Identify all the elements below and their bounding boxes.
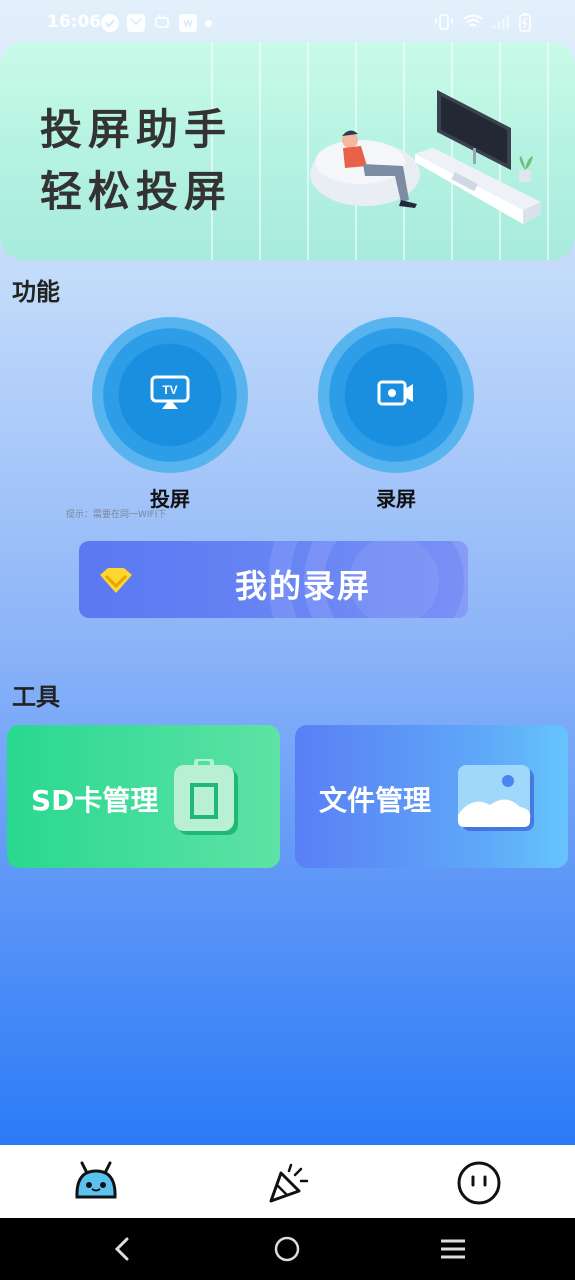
video-record-icon: [377, 379, 415, 411]
smile-face-icon[interactable]: [455, 1159, 503, 1207]
battery-icon: [519, 12, 531, 36]
check-circle-icon: [101, 14, 119, 32]
banner-subtitle: 轻松投屏: [40, 167, 233, 216]
tools-section-title: 工具: [12, 683, 60, 711]
sd-card-manager-button[interactable]: SD卡管理: [7, 725, 280, 868]
status-time: 16:06: [47, 12, 102, 32]
diamond-icon: [98, 566, 134, 600]
party-popper-icon[interactable]: [265, 1159, 313, 1207]
recent-apps-icon[interactable]: [439, 1236, 467, 1266]
cast-screen-button[interactable]: TV 投屏: [90, 317, 250, 512]
status-bar: 16:06: [0, 0, 575, 46]
vibrate-icon: [434, 13, 454, 35]
app-icon: [179, 14, 197, 32]
banner-title: 投屏助手: [40, 105, 233, 154]
home-icon[interactable]: [274, 1236, 300, 1266]
record-screen-label: 录屏: [376, 487, 416, 511]
signal-icon: [492, 14, 510, 34]
wifi-icon: [463, 14, 483, 34]
bottom-nav: [0, 1145, 575, 1218]
robot-face-icon[interactable]: [72, 1159, 120, 1207]
my-recordings-button[interactable]: 我的录屏: [79, 541, 468, 618]
banner: 投屏助手 轻松投屏: [0, 42, 575, 260]
mail-icon: [127, 14, 145, 32]
system-nav-bar: [0, 1218, 575, 1280]
my-recordings-label: 我的录屏: [235, 567, 372, 605]
tv-cast-icon: TV: [150, 375, 190, 415]
image-folder-icon: [456, 763, 536, 837]
robot-icon: [153, 12, 171, 34]
sd-card-manager-label: SD卡管理: [31, 784, 159, 817]
file-manager-button[interactable]: 文件管理: [295, 725, 568, 868]
record-screen-button[interactable]: 录屏: [316, 317, 476, 512]
banner-illustration: [310, 90, 541, 224]
back-icon[interactable]: [112, 1236, 132, 1266]
sd-card-icon: [172, 757, 242, 843]
functions-section-title: 功能: [12, 278, 60, 306]
svg-text:TV: TV: [162, 383, 177, 397]
file-manager-label: 文件管理: [319, 784, 432, 817]
hint-text: 提示：需要在同一WIFI下: [66, 510, 167, 520]
dot-icon: [205, 19, 212, 27]
